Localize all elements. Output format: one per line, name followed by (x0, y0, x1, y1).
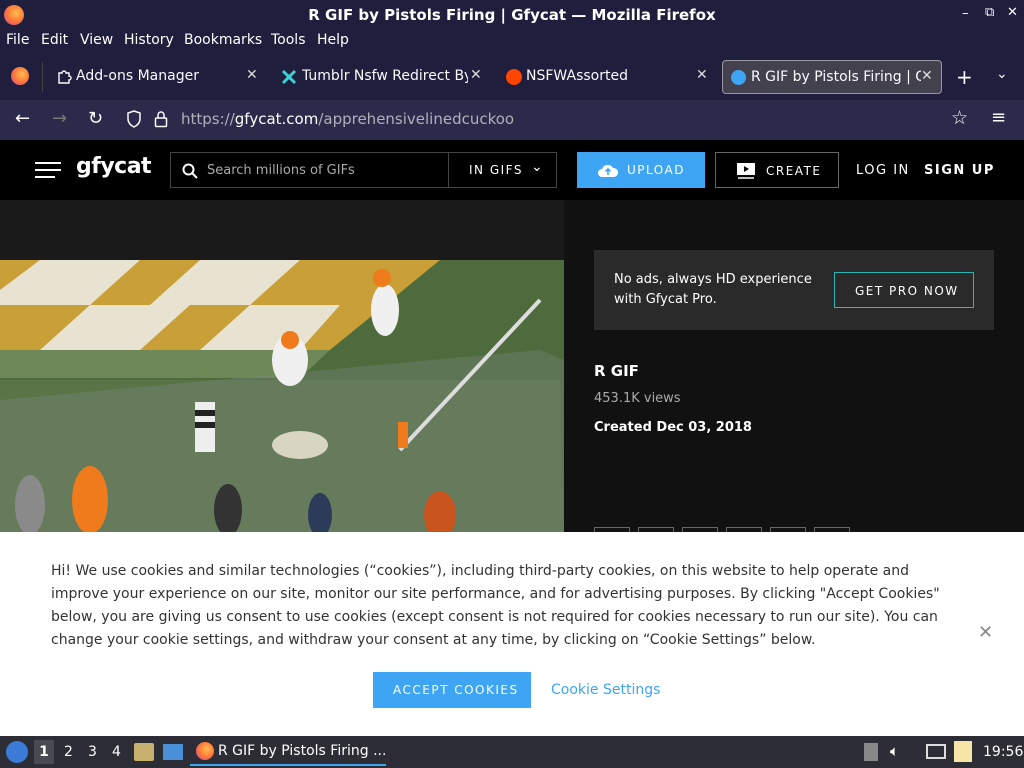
menu-edit[interactable]: Edit (41, 32, 68, 48)
list-tabs-chevron-icon[interactable]: ⌄ (996, 66, 1008, 82)
bookmark-star-icon[interactable]: ☆ (951, 107, 968, 129)
firefox-view-icon[interactable] (11, 67, 29, 85)
puzzle-icon (58, 70, 72, 84)
minimize-icon[interactable]: – (962, 6, 969, 21)
notes-icon[interactable] (954, 741, 972, 762)
window-titlebar: R GIF by Pistols Firing | Gfycat — Mozil… (0, 0, 1024, 30)
menu-file[interactable]: File (6, 32, 29, 48)
get-pro-button[interactable]: GET PRO NOW (834, 272, 974, 308)
url-host: gfycat.com (234, 110, 319, 128)
gfycat-logo[interactable]: gfycat (76, 154, 152, 179)
promo-text: No ads, always HD experience with Gfycat… (614, 272, 812, 307)
reddit-icon (506, 69, 522, 85)
view-count: 453.1K views (594, 391, 681, 406)
tab-close-icon[interactable]: ✕ (246, 67, 258, 83)
taskbar: 1 2 3 4 R GIF by Pistols Firing ... 🔈︎ 1… (0, 736, 1024, 768)
create-video-icon (737, 163, 755, 179)
tab-nsfwassorted[interactable]: NSFWAssorted ✕ (498, 60, 716, 94)
gfycat-header: gfycat Search millions of GIFs IN GIFS ⌄… (0, 140, 1024, 200)
taskbar-window-label: R GIF by Pistols Firing ... (218, 743, 387, 759)
restore-icon[interactable]: ⧉ (985, 5, 994, 20)
close-icon[interactable]: ✕ (1007, 5, 1018, 20)
upload-button[interactable]: UPLOAD (577, 152, 705, 188)
forward-icon[interactable]: → (52, 108, 67, 129)
tab-label: Add-ons Manager (76, 68, 199, 84)
cookie-settings-link[interactable]: Cookie Settings (551, 682, 660, 698)
tab-addons[interactable]: Add-ons Manager ✕ (48, 60, 266, 94)
gfycat-page: gfycat Search millions of GIFs IN GIFS ⌄… (0, 140, 1024, 736)
menu-view[interactable]: View (80, 32, 113, 48)
create-label: CREATE (766, 164, 822, 178)
url-field[interactable]: https://gfycat.com/apprehensivelinedcuck… (181, 110, 514, 128)
menu-tools[interactable]: Tools (271, 32, 306, 48)
tab-gfycat-active[interactable]: R GIF by Pistols Firing | G ✕ (722, 60, 942, 94)
football-scene-image (0, 260, 564, 532)
workspace-4[interactable]: 4 (112, 744, 121, 760)
tab-bar: Add-ons Manager ✕ Tumblr Nsfw Redirect B… (0, 54, 1024, 100)
search-scope-dropdown[interactable]: IN GIFS (469, 163, 523, 177)
url-prefix: https:// (181, 110, 235, 128)
accept-cookies-button[interactable]: ACCEPT COOKIES (373, 672, 531, 708)
accept-cookies-label: ACCEPT COOKIES (393, 683, 519, 697)
login-link[interactable]: LOG IN (856, 163, 910, 178)
chevron-down-icon[interactable]: ⌄ (531, 159, 543, 175)
new-tab-icon[interactable]: + (956, 65, 973, 89)
tab-label: NSFWAssorted (526, 68, 628, 84)
signup-link[interactable]: SIGN UP (924, 163, 995, 178)
tab-close-icon[interactable]: ✕ (696, 67, 708, 83)
tab-close-icon[interactable]: ✕ (470, 67, 482, 83)
reload-icon[interactable]: ↻ (88, 108, 103, 129)
tumblr-redirect-icon (281, 69, 297, 85)
upload-label: UPLOAD (627, 163, 685, 177)
create-button[interactable]: CREATE (715, 152, 839, 188)
search-input[interactable]: Search millions of GIFs (207, 163, 355, 178)
gif-title: R GIF (594, 362, 639, 380)
menu-bookmarks[interactable]: Bookmarks (184, 32, 262, 48)
pro-promo-box: No ads, always HD experience with Gfycat… (594, 250, 994, 330)
search-box[interactable]: Search millions of GIFs IN GIFS ⌄ (170, 152, 557, 188)
menu-bar: File Edit View History Bookmarks Tools H… (0, 30, 1024, 54)
url-path: /apprehensivelinedcuckoo (318, 110, 515, 128)
menu-history[interactable]: History (124, 32, 174, 48)
desktop-icon[interactable] (163, 744, 183, 760)
tracking-shield-icon[interactable] (126, 110, 142, 128)
get-pro-label: GET PRO NOW (855, 284, 959, 298)
tab-tumblr[interactable]: Tumblr Nsfw Redirect Byp ✕ (272, 60, 490, 94)
workspace-1[interactable]: 1 (34, 740, 54, 764)
hamburger-menu-icon[interactable] (35, 162, 61, 178)
file-manager-icon[interactable] (134, 743, 154, 761)
clock: 19:56 (983, 744, 1024, 760)
info-panel: No ads, always HD experience with Gfycat… (564, 200, 1024, 563)
workspace-3[interactable]: 3 (88, 744, 97, 760)
start-menu-icon[interactable] (6, 741, 28, 763)
tab-label: Tumblr Nsfw Redirect Byp (302, 68, 468, 84)
lock-icon[interactable] (154, 110, 168, 128)
gif-video-player[interactable] (0, 260, 564, 532)
workspace-2[interactable]: 2 (64, 744, 73, 760)
search-icon (182, 163, 198, 179)
cookie-close-icon[interactable]: ✕ (978, 622, 993, 643)
cloud-upload-icon (598, 164, 619, 177)
clipboard-icon[interactable] (864, 743, 878, 761)
nav-bar: ← → ↻ https://gfycat.com/apprehensivelin… (0, 100, 1024, 140)
back-icon[interactable]: ← (15, 108, 30, 129)
network-icon[interactable] (926, 744, 946, 759)
taskbar-firefox-window[interactable]: R GIF by Pistols Firing ... (190, 738, 386, 766)
tab-label: R GIF by Pistols Firing | G (751, 69, 921, 85)
created-date: Created Dec 03, 2018 (594, 420, 752, 435)
app-menu-icon[interactable]: ≡ (991, 107, 1006, 128)
cookie-banner: Hi! We use cookies and similar technolog… (0, 532, 1024, 736)
menu-help[interactable]: Help (317, 32, 349, 48)
tab-close-icon[interactable]: ✕ (921, 68, 933, 84)
volume-icon[interactable]: 🔈︎ (890, 742, 899, 760)
cookie-text: Hi! We use cookies and similar technolog… (51, 563, 940, 648)
gfycat-favicon-icon (731, 70, 746, 85)
window-title: R GIF by Pistols Firing | Gfycat — Mozil… (308, 6, 716, 24)
firefox-icon (196, 742, 214, 760)
